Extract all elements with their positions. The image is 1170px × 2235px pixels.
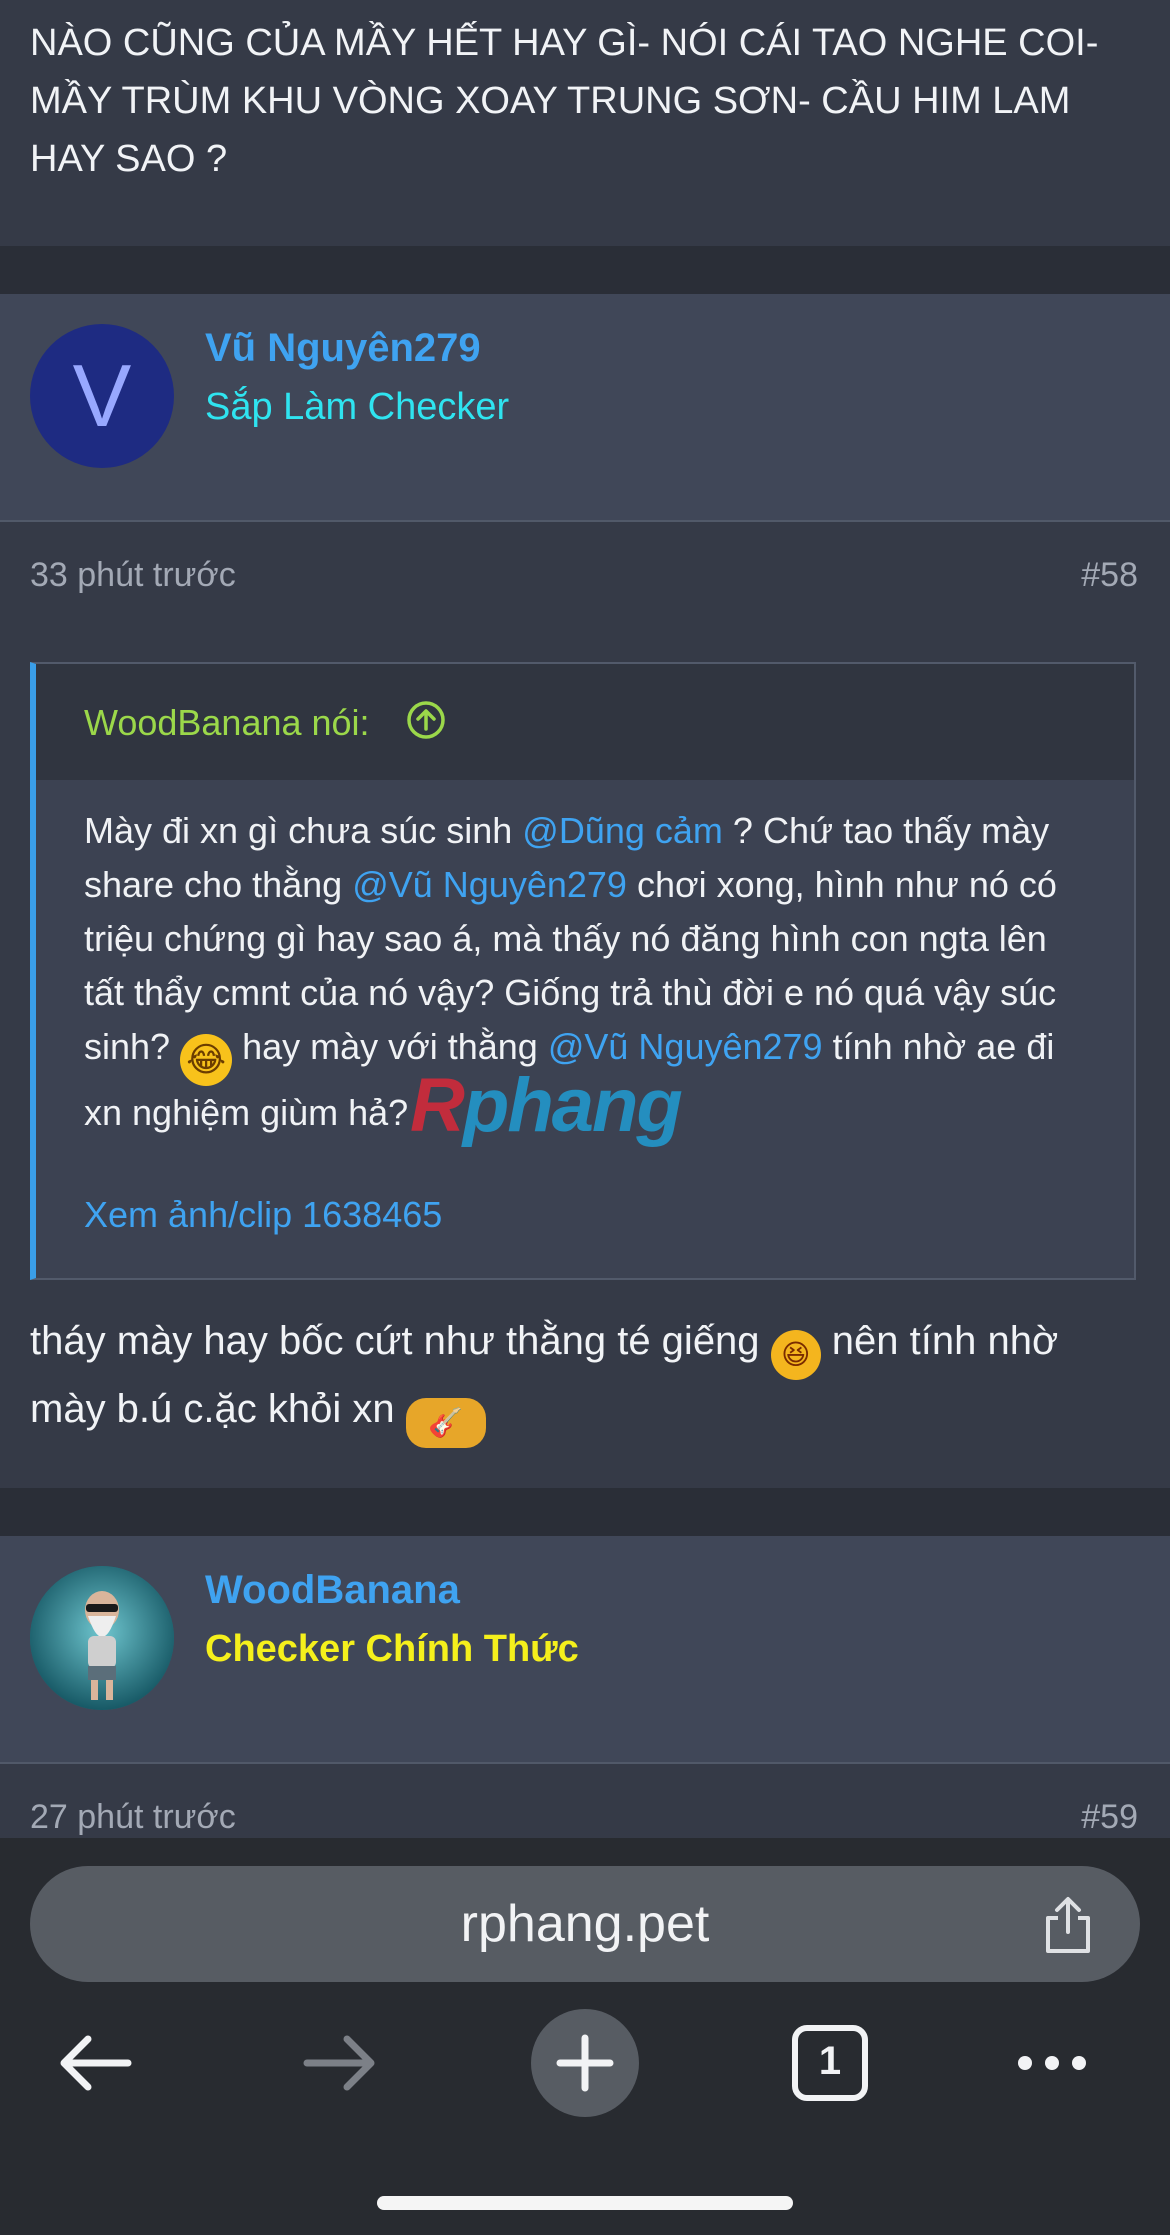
quote-text-part: hay mày với thằng [232, 1026, 548, 1067]
go-to-quote-icon[interactable] [406, 700, 446, 745]
quote-block: WoodBanana nói: Mày đi xn gì chưa súc si… [30, 662, 1136, 1280]
avatar[interactable] [30, 1566, 174, 1710]
author-name[interactable]: WoodBanana [205, 1568, 460, 1613]
author-name[interactable]: Vũ Nguyên279 [205, 326, 481, 371]
rofl-emoji-icon: 😂 [180, 1034, 233, 1086]
avatar[interactable]: V [30, 324, 174, 468]
view-media-link[interactable]: Xem ảnh/clip 1638465 [84, 1194, 442, 1236]
site-watermark: Rphang [410, 1062, 683, 1149]
browser-toolbar: rphang.pet 1 [0, 1838, 1170, 2235]
mention-link[interactable]: @Dũng cảm [522, 810, 723, 851]
url-text[interactable]: rphang.pet [30, 1894, 1140, 1954]
sticker-emoji-icon: 🎸 [405, 1398, 486, 1448]
post-text: tháy mày hay bốc cứt như thằng té giếng … [30, 1312, 1140, 1448]
quote-author[interactable]: WoodBanana nói: [84, 702, 370, 744]
post-separator [0, 246, 1170, 294]
mention-link[interactable]: @Vũ Nguyên279 [352, 864, 627, 905]
post-time[interactable]: 27 phút trước [30, 1798, 236, 1837]
new-tab-plus-icon[interactable] [530, 2008, 640, 2118]
post-author-bar: V Vũ Nguyên279 Sắp Làm Checker [0, 294, 1170, 522]
post-body: 33 phút trước #58 WoodBanana nói: Mày đi… [0, 522, 1170, 1488]
quote-text-part: Mày đi xn gì chưa súc sinh [84, 810, 523, 851]
post-number[interactable]: #59 [1081, 1798, 1138, 1837]
laughing-emoji-icon: 😆 [770, 1330, 821, 1380]
tabs-icon[interactable]: 1 [775, 2008, 885, 2118]
share-icon[interactable] [1040, 1894, 1096, 1961]
tab-count: 1 [818, 2039, 842, 2083]
watermark-part: R [410, 1063, 465, 1148]
previous-post-text: NÀO CŨNG CỦA MẦY HẾT HAY GÌ- NÓI CÁI TAO… [30, 22, 1099, 180]
post-body: 27 phút trước #59 [0, 1764, 1170, 1838]
post-text-part: tháy mày hay bốc cứt như thằng té giếng [30, 1319, 771, 1363]
author-rank: Sắp Làm Checker [205, 386, 510, 428]
forward-arrow-icon[interactable] [285, 2008, 395, 2118]
back-arrow-icon[interactable] [40, 2008, 150, 2118]
previous-post: NÀO CŨNG CỦA MẦY HẾT HAY GÌ- NÓI CÁI TAO… [0, 0, 1170, 246]
mention-link[interactable]: @Vũ Nguyên279 [548, 1026, 823, 1067]
quote-header[interactable]: WoodBanana nói: [36, 664, 1134, 780]
more-icon[interactable] [1000, 2008, 1110, 2118]
post-time[interactable]: 33 phút trước [30, 556, 236, 595]
post-separator [0, 1488, 1170, 1536]
home-indicator[interactable] [377, 2196, 793, 2210]
watermark-part: phang [462, 1063, 683, 1148]
address-bar[interactable]: rphang.pet [30, 1866, 1140, 1982]
post-number[interactable]: #58 [1081, 556, 1138, 595]
author-rank: Checker Chính Thức [205, 1628, 579, 1670]
post-author-bar: WoodBanana Checker Chính Thức [0, 1536, 1170, 1764]
